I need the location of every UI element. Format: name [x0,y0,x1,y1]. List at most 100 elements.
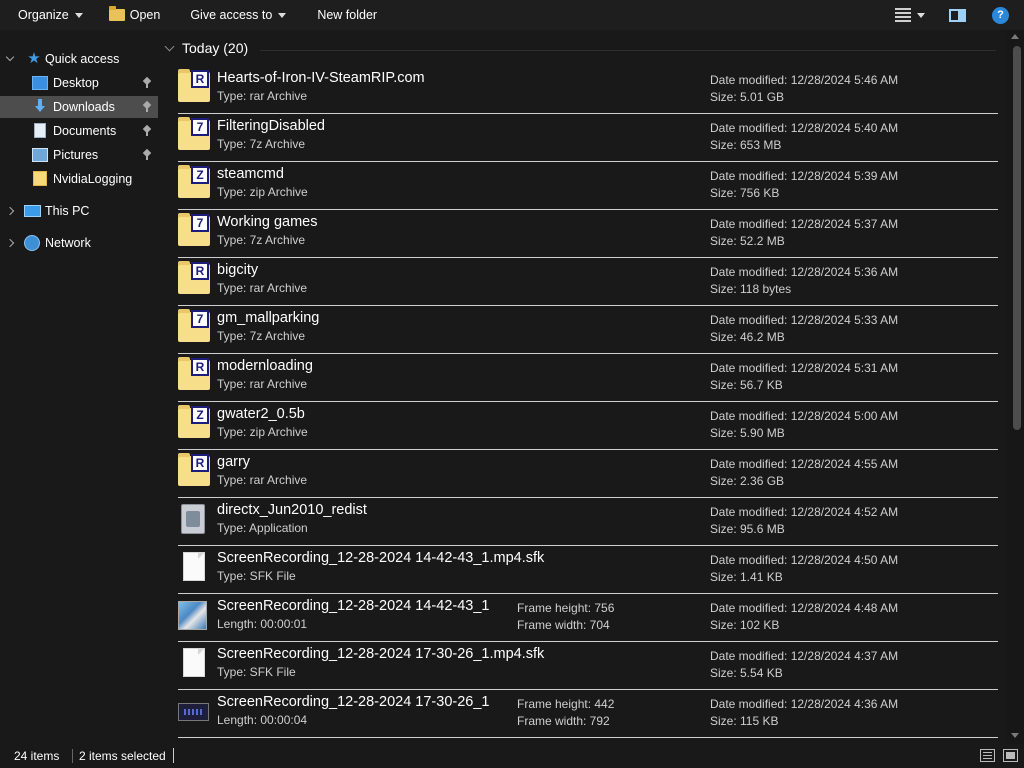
desktop-icon [32,76,48,90]
chevron-down-icon[interactable] [164,41,175,51]
chevron-right-icon[interactable] [5,238,15,248]
nav-this-pc-label: This PC [45,204,90,218]
file-type: Type: 7z Archive [217,137,306,151]
nav-item-documents[interactable]: Documents [0,120,158,142]
file-row[interactable]: 7 Working games Type: 7z Archive Date mo… [178,210,998,258]
chevron-down-icon [278,13,287,18]
file-row[interactable]: R garry Type: rar Archive Date modified:… [178,450,998,498]
frame-width: Frame width: 792 [517,714,610,728]
file-name: steamcmd [217,166,284,182]
file-row[interactable]: Z gwater2_0.5b Type: zip Archive Date mo… [178,402,998,450]
file-name: ScreenRecording_12-28-2024 17-30-26_1.mp… [217,646,545,662]
nav-item-desktop[interactable]: Desktop [0,72,158,94]
file-type: Type: 7z Archive [217,233,306,247]
open-button[interactable]: Open [100,0,170,30]
file-size: Size: 115 KB [710,714,779,728]
folder-icon [33,171,47,186]
file-row[interactable]: 7 gm_mallparking Type: 7z Archive Date m… [178,306,998,354]
selected-count: 2 items selected [79,749,166,763]
file-date-modified: Date modified: 12/28/2024 4:55 AM [710,457,899,471]
scroll-down-arrow-icon[interactable] [1011,733,1019,738]
file-row[interactable]: ScreenRecording_12-28-2024 17-30-26_1 Le… [178,690,998,738]
chevron-down-icon [74,13,83,18]
item-count: 24 items [14,749,60,763]
video-thumbnail-icon [178,601,207,630]
file-size: Size: 2.36 GB [710,474,785,488]
help-icon[interactable]: ? [992,6,1009,24]
file-type: Type: 7z Archive [217,329,306,343]
file-date-modified: Date modified: 12/28/2024 5:36 AM [710,265,899,279]
preview-pane-icon[interactable] [949,8,966,22]
file-row[interactable]: ScreenRecording_12-28-2024 17-30-26_1.mp… [178,642,998,690]
nav-this-pc[interactable]: This PC [0,200,158,222]
nav-item-downloads[interactable]: Downloads [0,96,158,118]
nav-item-label: NvidiaLogging [53,172,133,186]
file-type: Type: SFK File [217,665,296,679]
file-name: directx_Jun2010_redist [217,502,367,518]
scroll-thumb[interactable] [1013,46,1021,430]
file-name: FilteringDisabled [217,118,325,134]
rar-archive-icon: R [178,261,210,294]
nav-network-label: Network [45,236,91,250]
file-row[interactable]: ScreenRecording_12-28-2024 14-42-43_1.mp… [178,546,998,594]
nav-network[interactable]: Network [0,232,158,254]
details-view-icon[interactable] [980,749,995,762]
group-header-label: Today (20) [182,40,249,56]
file-date-modified: Date modified: 12/28/2024 4:37 AM [710,649,899,663]
large-icons-view-icon[interactable] [1003,749,1018,762]
status-bar: 24 items 2 items selected [0,744,1024,768]
give-access-label: Give access to [190,8,273,22]
file-name: modernloading [217,358,313,374]
file-date-modified: Date modified: 12/28/2024 5:46 AM [710,73,899,87]
change-view-icon[interactable] [895,8,911,22]
nav-item-label: Downloads [53,100,115,114]
file-row[interactable]: Z steamcmd Type: zip Archive Date modifi… [178,162,998,210]
chevron-right-icon[interactable] [5,206,15,216]
7z-archive-icon: 7 [178,213,210,246]
command-toolbar: Organize Open Give access to New folder … [0,0,1024,30]
file-name: gwater2_0.5b [217,406,305,422]
pin-icon [143,150,151,160]
nav-item-label: Desktop [53,76,99,90]
file-type: Type: zip Archive [217,425,308,439]
nav-item-pictures[interactable]: Pictures [0,144,158,166]
file-size: Size: 56.7 KB [710,378,783,392]
file-size: Size: 653 MB [710,138,782,152]
file-list: Today (20) R Hearts-of-Iron-IV-SteamRIP.… [158,30,1006,744]
scroll-up-arrow-icon[interactable] [1011,34,1019,39]
file-row[interactable]: R modernloading Type: rar Archive Date m… [178,354,998,402]
rar-archive-icon: R [178,453,210,486]
vertical-scrollbar[interactable] [1006,30,1024,744]
navigation-pane: ★ Quick access Desktop Downloads Documen… [0,30,158,744]
file-row[interactable]: ScreenRecording_12-28-2024 14-42-43_1 Le… [178,594,998,642]
file-date-modified: Date modified: 12/28/2024 5:00 AM [710,409,899,423]
file-name: ScreenRecording_12-28-2024 17-30-26_1 [217,694,490,710]
rar-archive-icon: R [178,357,210,390]
new-folder-button[interactable]: New folder [308,0,386,30]
file-row[interactable]: directx_Jun2010_redist Type: Application… [178,498,998,546]
file-row[interactable]: 7 FilteringDisabled Type: 7z Archive Dat… [178,114,998,162]
file-type: Type: rar Archive [217,377,308,391]
file-size: Size: 5.01 GB [710,90,785,104]
file-name: ScreenRecording_12-28-2024 14-42-43_1 [217,598,490,614]
sfk-file-icon [183,648,205,677]
file-type: Type: zip Archive [217,185,308,199]
chevron-down-icon[interactable] [5,52,15,62]
group-header-today[interactable]: Today (20) [164,40,249,56]
network-icon [24,235,40,251]
file-length: Length: 00:00:04 [217,713,308,727]
file-size: Size: 756 KB [710,186,780,200]
file-size: Size: 1.41 KB [710,570,783,584]
status-divider [173,748,174,763]
nav-item-nvidialogging[interactable]: NvidiaLogging [0,168,158,190]
nav-item-label: Documents [53,124,117,138]
give-access-button[interactable]: Give access to [181,0,295,30]
organize-button[interactable]: Organize [9,0,92,30]
file-name: Working games [217,214,318,230]
file-row[interactable]: R Hearts-of-Iron-IV-SteamRIP.com Type: r… [178,66,998,114]
zip-archive-icon: Z [178,405,210,438]
view-options-chevron-icon[interactable] [917,12,925,18]
pictures-icon [32,148,48,162]
nav-quick-access[interactable]: ★ Quick access [0,48,158,70]
file-row[interactable]: R bigcity Type: rar Archive Date modifie… [178,258,998,306]
